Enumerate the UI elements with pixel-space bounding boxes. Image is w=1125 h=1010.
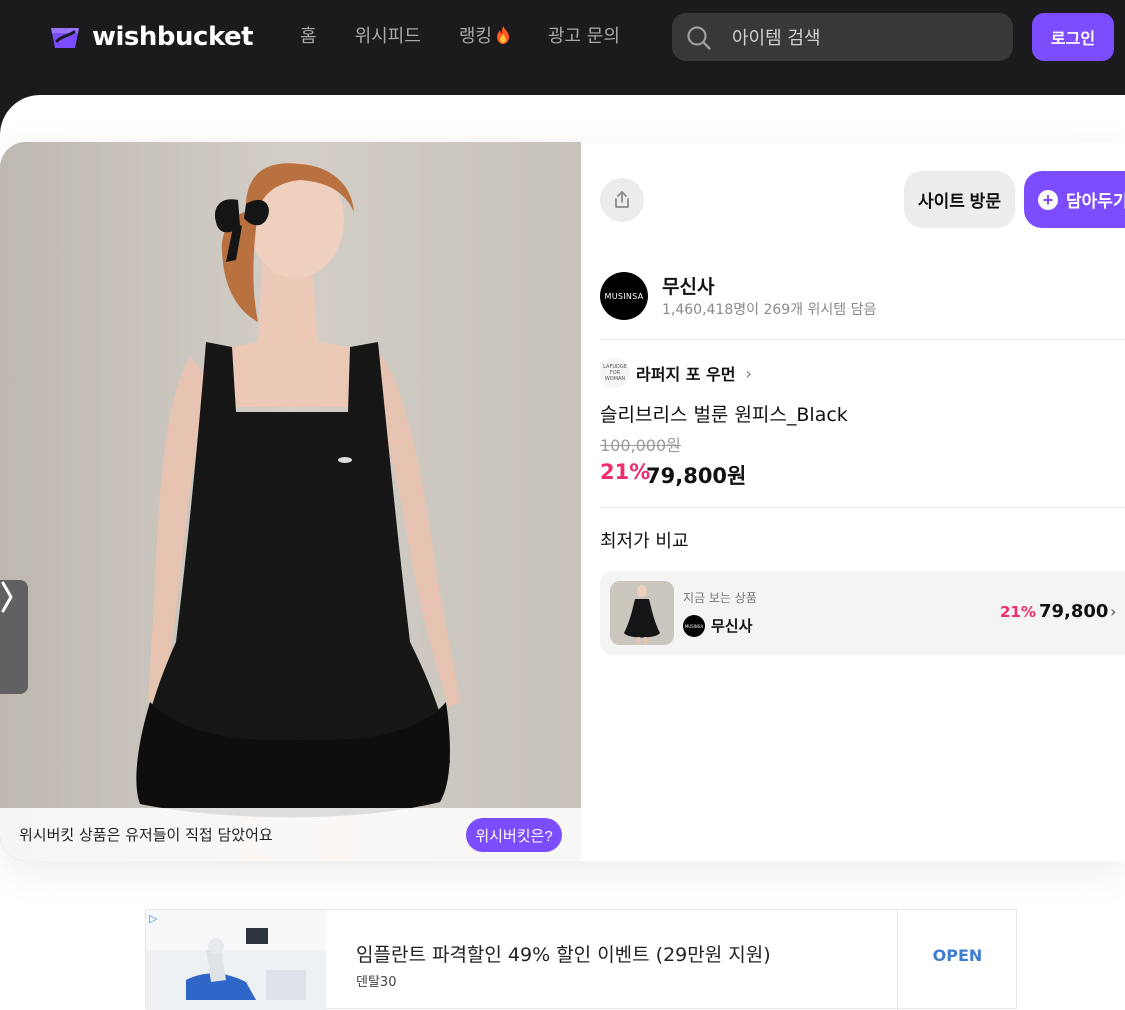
wishbucket-logo[interactable]: wishbucket — [48, 22, 254, 52]
search-icon — [687, 26, 711, 50]
shop-name[interactable]: 무신사 — [662, 272, 714, 299]
plus-icon: + — [1038, 189, 1058, 210]
save-wish-label: 담아두기 — [1066, 192, 1125, 211]
shop-stats: 1,460,418명이 269개 위시템 담음 — [662, 302, 877, 318]
product-title: 슬리브리스 벌룬 원피스_Black — [600, 404, 848, 426]
discount-rate: 21% — [600, 460, 651, 484]
logo-text: wishbucket — [92, 22, 254, 52]
price-compare-item[interactable]: 지금 보는 상품 MUSINSA 무신사 21% 79,800 › — [600, 571, 1125, 655]
brand-logo: LAFUDGE FOR WOMAN — [600, 358, 630, 388]
ad-open-button[interactable]: OPEN — [897, 910, 1017, 1010]
photo-caption-text: 위시버킷 상품은 유저들이 직접 담았어요 — [19, 826, 273, 844]
chevron-right-icon — [1, 581, 13, 613]
next-image-button[interactable] — [0, 580, 28, 694]
product-thumbnail — [610, 581, 674, 645]
share-icon — [615, 191, 629, 208]
compare-item-label: 지금 보는 상품 — [683, 591, 757, 605]
save-wish-button[interactable]: + 담아두기 — [1024, 171, 1125, 228]
about-wishbucket-button[interactable]: 위시버킷은? — [466, 818, 562, 852]
ad-sponsor: 덴탈30 — [356, 975, 397, 990]
compare-discount: 21% — [1000, 603, 1036, 621]
dental-clinic-image — [146, 910, 326, 1010]
fire-icon — [496, 26, 509, 44]
ad-title: 임플란트 파격할인 49% 할인 이벤트 (29만원 지원) — [356, 944, 771, 966]
nav-ranking[interactable]: 랭킹 — [459, 24, 510, 50]
brand-name: 라퍼지 포 우먼 — [636, 365, 736, 384]
chevron-right-icon: › — [745, 363, 752, 383]
nav-ranking-label: 랭킹 — [458, 26, 492, 47]
divider — [600, 507, 1125, 508]
chevron-right-icon: › — [1110, 602, 1117, 621]
compare-shop-name: 무신사 — [711, 617, 753, 635]
ad-image: ▷ — [146, 910, 326, 1010]
compare-shop-logo: MUSINSA — [683, 615, 705, 637]
ad-banner[interactable]: ▷ 임플란트 파격할인 49% 할인 이벤트 (29만원 지원) 덴탈30 OP… — [145, 909, 1017, 1010]
product-photo[interactable]: 위시버킷 상품은 유저들이 직접 담았어요 위시버킷은? — [0, 142, 581, 861]
price-compare-title: 최저가 비교 — [600, 531, 689, 552]
original-price: 100,000원 — [600, 436, 681, 455]
main-nav: 홈 위시피드 랭킹 광고 문의 — [300, 24, 620, 50]
login-button[interactable]: 로그인 — [1032, 13, 1114, 61]
product-card: 위시버킷 상품은 유저들이 직접 담았어요 위시버킷은? 사이트 방문 + 담아… — [0, 142, 1125, 861]
ad-choices-icon[interactable]: ▷ — [149, 912, 157, 925]
brand-link[interactable]: LAFUDGE FOR WOMAN 라퍼지 포 우먼 › — [600, 358, 752, 388]
thumbnail-illustration — [610, 581, 674, 645]
divider — [600, 339, 1125, 340]
nav-home[interactable]: 홈 — [300, 24, 317, 50]
photo-caption-bar: 위시버킷 상품은 유저들이 직접 담았어요 위시버킷은? — [0, 808, 581, 861]
search-input[interactable] — [730, 21, 1004, 55]
compare-price: 79,800 — [1039, 601, 1109, 622]
model-photo-illustration — [0, 142, 581, 861]
bucket-logo-icon — [51, 28, 79, 48]
share-button[interactable] — [600, 178, 644, 222]
search-box[interactable] — [672, 13, 1013, 61]
top-navigation-bar: wishbucket 홈 위시피드 랭킹 광고 문의 로그인 — [0, 0, 1125, 95]
nav-wishfeed[interactable]: 위시피드 — [355, 24, 421, 50]
shop-logo[interactable]: MUSINSA — [600, 272, 648, 320]
visit-site-button[interactable]: 사이트 방문 — [904, 171, 1015, 228]
sale-price: 79,800원 — [646, 464, 747, 488]
nav-ad-inquiry[interactable]: 광고 문의 — [548, 24, 620, 50]
